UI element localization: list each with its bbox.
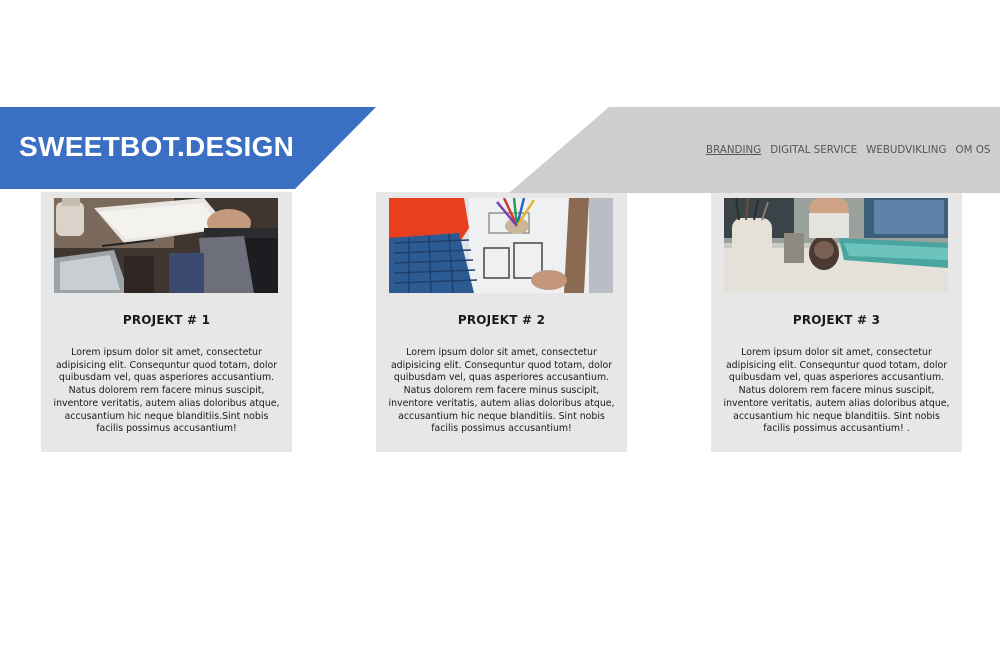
notebook-laptop-photo-icon (54, 198, 278, 293)
project-title: PROJEKT # 1 (122, 313, 211, 327)
nav-item-digital-service[interactable]: DIGITAL SERVICE (770, 144, 857, 156)
project-card-2[interactable]: PROJEKT # 2 Lorem ipsum dolor sit amet, … (376, 192, 627, 452)
nav-item-om-os[interactable]: OM OS (955, 144, 990, 156)
nav-item-webudvikling[interactable]: WEBUDVIKLING (866, 144, 946, 156)
project-image-2[interactable] (389, 198, 613, 293)
project-card-3[interactable]: PROJEKT # 3 Lorem ipsum dolor sit amet, … (711, 192, 962, 452)
desk-workspace-photo-icon (724, 198, 948, 293)
site-logo[interactable]: SWEETBOT.DESIGN (19, 131, 294, 163)
project-description: Lorem ipsum dolor sit amet, consectetur … (723, 347, 950, 435)
project-title: PROJEKT # 3 (792, 313, 881, 327)
project-image-1[interactable] (54, 198, 278, 293)
main-navigation: BRANDING DIGITAL SERVICE WEBUDVIKLING OM OS (706, 144, 1000, 160)
blueprint-pencils-photo-icon (389, 198, 613, 293)
project-image-3[interactable] (724, 198, 948, 293)
project-description: Lorem ipsum dolor sit amet, consectetur … (53, 347, 280, 435)
page: PROJEKT # 1 Lorem ipsum dolor sit amet, … (0, 0, 1000, 667)
project-title: PROJEKT # 2 (457, 313, 546, 327)
nav-item-branding[interactable]: BRANDING (706, 144, 761, 156)
project-description: Lorem ipsum dolor sit amet, consectetur … (388, 347, 615, 435)
project-card-1[interactable]: PROJEKT # 1 Lorem ipsum dolor sit amet, … (41, 192, 292, 452)
